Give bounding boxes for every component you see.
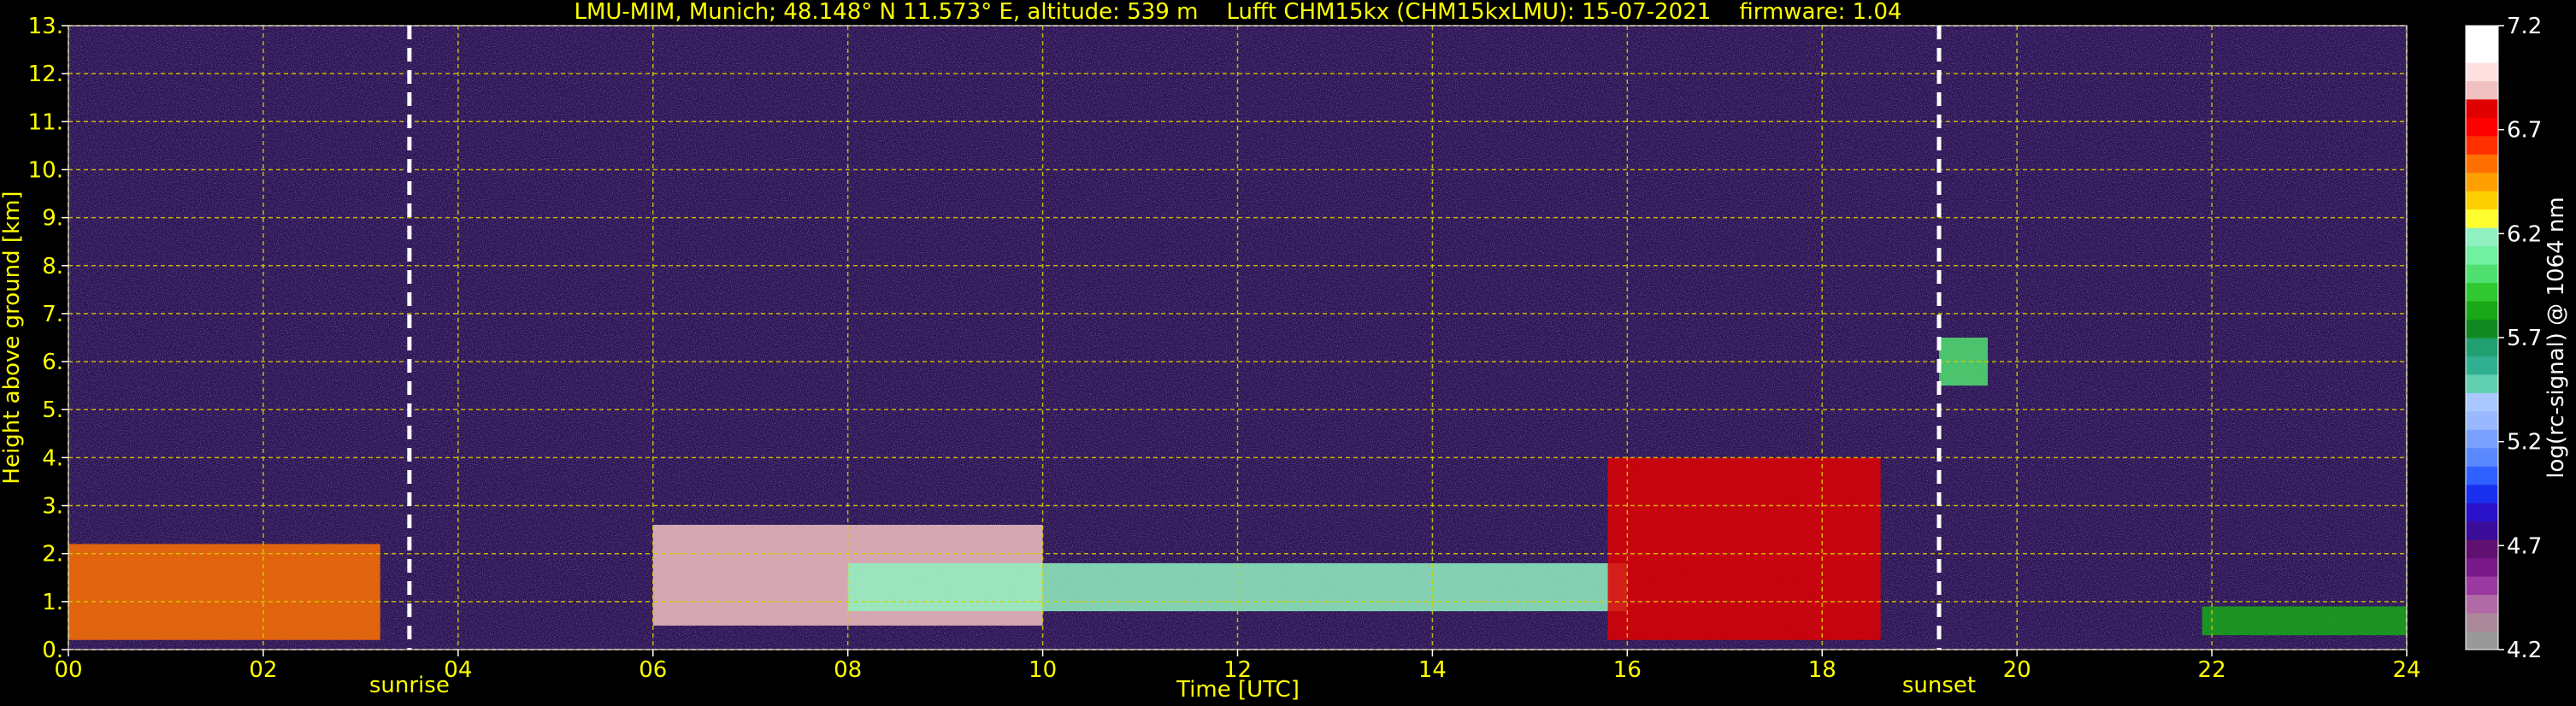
colorbar-tick-label: 5.2 <box>2507 430 2542 456</box>
y-tick-label: 9. <box>42 206 63 232</box>
colorbar-segment <box>2466 503 2498 522</box>
x-tick-label: 08 <box>834 657 862 683</box>
colorbar-segment <box>2466 264 2498 284</box>
colorbar: 7.2 6.7 6.2 5.7 5.2 4.7 4.2 log(rc-signal) @ 1… <box>2465 14 2569 663</box>
colorbar-segment <box>2466 613 2498 632</box>
x-tick-label: 24 <box>2392 657 2420 683</box>
colorbar-ticks: 7.2 6.7 6.2 5.7 5.2 4.7 4.2 <box>2498 14 2542 663</box>
colorbar-segment <box>2466 594 2498 614</box>
y-tick-label: 13. <box>28 14 63 39</box>
x-tick-label: 22 <box>2198 657 2226 683</box>
y-axis-ticks: 0. 1. 2. 3. 4. 5. 6. 7. 8. 9. 10. 11. 12. 13. <box>28 14 68 663</box>
sun-marker-label: sunset <box>1902 673 1976 698</box>
colorbar-segment <box>2466 319 2498 338</box>
y-tick-label: 11. <box>28 109 63 135</box>
y-tick-label: 4. <box>42 445 63 471</box>
colorbar-segment <box>2466 484 2498 503</box>
x-tick-label: 02 <box>249 657 277 683</box>
colorbar-segment <box>2466 117 2498 137</box>
colorbar-segment <box>2466 135 2498 155</box>
colorbar-segment <box>2466 447 2498 467</box>
colorbar-tick-label: 4.2 <box>2507 638 2542 663</box>
y-tick-label: 1. <box>42 590 63 615</box>
colorbar-segment <box>2466 539 2498 559</box>
signal-region <box>68 544 380 640</box>
y-tick-label: 5. <box>42 397 63 423</box>
y-tick-label: 7. <box>42 302 63 327</box>
colorbar-segment <box>2466 429 2498 449</box>
plot-area: sunrise sunset <box>68 25 2408 698</box>
signal-region <box>1607 457 1881 640</box>
x-tick-label: 20 <box>2003 657 2031 683</box>
colorbar-segment <box>2466 631 2498 650</box>
x-tick-label: 10 <box>1029 657 1057 683</box>
colorbar-tick-label: 7.2 <box>2507 14 2542 39</box>
colorbar-segment <box>2466 44 2498 63</box>
colorbar-segment <box>2466 466 2498 485</box>
colorbar-segment <box>2466 245 2498 265</box>
y-tick-label: 0. <box>42 638 63 663</box>
colorbar-segment <box>2466 172 2498 191</box>
colorbar-segment <box>2466 356 2498 375</box>
colorbar-segment <box>2466 26 2498 44</box>
colorbar-segment <box>2466 557 2498 577</box>
x-tick-label: 18 <box>1808 657 1836 683</box>
colorbar-tick-label: 6.7 <box>2507 118 2542 144</box>
y-tick-label: 12. <box>28 62 63 87</box>
colorbar-segment <box>2466 576 2498 596</box>
colorbar-segment <box>2466 521 2498 540</box>
colorbar-segment <box>2466 209 2498 228</box>
y-tick-label: 8. <box>42 254 63 279</box>
colorbar-tick-label: 6.2 <box>2507 221 2542 247</box>
colorbar-tick-label: 5.7 <box>2507 326 2542 351</box>
colorbar-segment <box>2466 80 2498 100</box>
x-tick-label: 06 <box>639 657 667 683</box>
signal-region <box>2202 606 2407 636</box>
x-tick-label: 12 <box>1223 657 1252 683</box>
colorbar-segment <box>2466 282 2498 302</box>
x-tick-label: 14 <box>1418 657 1447 683</box>
colorbar-segment <box>2466 338 2498 356</box>
colorbar-segment <box>2466 392 2498 412</box>
y-tick-label: 2. <box>42 542 63 568</box>
colorbar-segment <box>2466 62 2498 81</box>
colorbar-segment <box>2466 98 2498 118</box>
y-tick-label: 3. <box>42 494 63 520</box>
colorbar-segment <box>2466 227 2498 247</box>
chart-title: LMU-MIM, Munich; 48.148° N 11.573° E, al… <box>574 0 1901 25</box>
colorbar-segment <box>2466 410 2498 430</box>
y-tick-label: 6. <box>42 350 63 375</box>
colorbar-segment <box>2466 374 2498 393</box>
colorbar-segment <box>2466 301 2498 321</box>
colorbar-tick-label: 4.7 <box>2507 533 2542 559</box>
y-axis-label: Height above ground [km] <box>0 191 25 484</box>
sun-marker-label: sunrise <box>369 673 450 698</box>
ceilometer-chart: sunrise sunset LMU-MIM, Munich; 48.148° N… <box>0 0 2569 703</box>
colorbar-segment <box>2466 191 2498 210</box>
colorbar-label: log(rc-signal) @ 1064 nm <box>2544 197 2569 478</box>
x-tick-label: 16 <box>1613 657 1642 683</box>
y-tick-label: 10. <box>28 157 63 183</box>
x-tick-label: 04 <box>444 657 472 683</box>
colorbar-segment <box>2466 154 2498 174</box>
